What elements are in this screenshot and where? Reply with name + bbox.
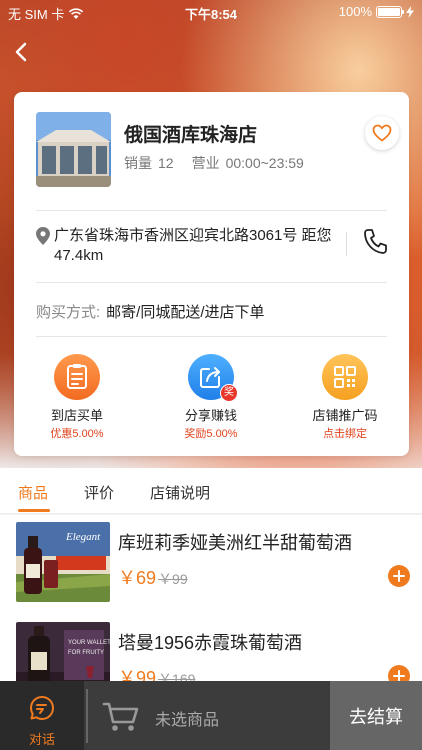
heart-icon xyxy=(372,124,392,142)
action-promo-code[interactable]: 店铺推广码 点击绑定 xyxy=(295,354,395,441)
product-item[interactable]: Elegant 库班莉季娅美洲红半甜葡萄酒 ￥ 69 ￥99 xyxy=(0,515,422,615)
action-label: 分享赚钱 xyxy=(184,408,237,423)
chevron-left-icon xyxy=(15,42,27,62)
store-name: 俄国酒库珠海店 xyxy=(124,125,258,146)
purchase-label: 购买方式: xyxy=(36,304,101,321)
address-row: 广东省珠海市香洲区迎宾北路3061号 距您47.4km xyxy=(34,226,334,266)
action-share-earn[interactable]: 奖 分享赚钱 奖励5.00% xyxy=(161,354,261,441)
cart-empty-text: 未选商品 xyxy=(155,712,220,729)
address-text: 广东省珠海市香洲区迎宾北路3061号 距您47.4km xyxy=(54,227,332,264)
phone-icon xyxy=(364,229,387,254)
add-to-cart-button[interactable] xyxy=(388,565,410,587)
tab-products[interactable]: 商品 xyxy=(18,482,48,503)
hours-info: 营业 00:00~23:59 xyxy=(191,155,304,171)
action-sub: 奖励5.00% xyxy=(184,428,238,440)
divider xyxy=(36,336,387,337)
charging-icon xyxy=(406,5,414,18)
sales-info: 销量 12 xyxy=(124,155,174,171)
share-icon: 奖 xyxy=(188,354,238,402)
svg-text:YOUR WALLET: YOUR WALLET xyxy=(68,640,110,646)
chat-label: 对话 xyxy=(28,732,55,747)
reward-badge: 奖 xyxy=(220,384,238,402)
checkout-button[interactable]: 去结算 xyxy=(330,681,422,750)
store-meta: 销量 12 营业 00:00~23:59 xyxy=(124,153,304,173)
purchase-value: 邮寄/同城配送/进店下单 xyxy=(106,304,265,321)
product-price-currency: ￥ xyxy=(118,568,136,588)
product-name: 塔曼1956赤霞珠葡萄酒 xyxy=(118,633,303,653)
status-bar: 无 SIM 卡 下午8:54 100% xyxy=(0,0,422,24)
svg-text:FOR FRUITY: FOR FRUITY xyxy=(68,650,104,656)
product-name: 库班莉季娅美洲红半甜葡萄酒 xyxy=(118,533,352,553)
battery-percent: 100% xyxy=(338,4,372,19)
cart-bar: 对话 未选商品 去结算 xyxy=(0,681,422,750)
qrcode-icon xyxy=(322,354,368,400)
phone-button[interactable] xyxy=(362,228,388,256)
tab-indicator xyxy=(18,509,50,512)
back-button[interactable] xyxy=(10,40,34,64)
action-label: 店铺推广码 xyxy=(312,408,378,423)
plus-icon xyxy=(393,570,405,582)
favorite-button[interactable] xyxy=(365,116,399,150)
tab-reviews[interactable]: 评价 xyxy=(84,482,114,503)
product-image: Elegant xyxy=(16,522,110,602)
action-label: 到店买单 xyxy=(50,408,103,423)
store-photo xyxy=(36,112,111,187)
vertical-divider xyxy=(346,232,347,256)
battery-icon xyxy=(376,5,404,18)
vertical-divider xyxy=(86,689,88,743)
svg-text:Elegant: Elegant xyxy=(65,531,101,543)
action-pay-in-store[interactable]: 到店买单 优惠5.00% xyxy=(27,354,127,441)
product-price: 69 xyxy=(136,568,157,588)
shopping-cart-icon[interactable] xyxy=(102,701,140,733)
divider xyxy=(36,210,387,211)
action-sub: 点击绑定 xyxy=(323,428,367,440)
chat-icon xyxy=(30,696,54,720)
chat-button[interactable]: 对话 xyxy=(0,681,84,750)
store-card: 俄国酒库珠海店 销量 12 营业 00:00~23:59 广东省珠海市香洲区迎宾北路… xyxy=(14,92,409,456)
tab-store-info[interactable]: 店铺说明 xyxy=(150,482,210,503)
product-price-row: ￥ 69 ￥99 xyxy=(118,564,188,590)
product-original-price: ￥99 xyxy=(158,571,188,587)
divider xyxy=(36,282,387,283)
tab-bar: 商品 评价 店铺说明 xyxy=(0,468,422,514)
purchase-method: 购买方式: 邮寄/同城配送/进店下单 xyxy=(36,301,265,322)
location-pin-icon xyxy=(36,227,50,245)
receipt-icon xyxy=(54,354,100,400)
action-sub: 优惠5.00% xyxy=(50,428,104,440)
